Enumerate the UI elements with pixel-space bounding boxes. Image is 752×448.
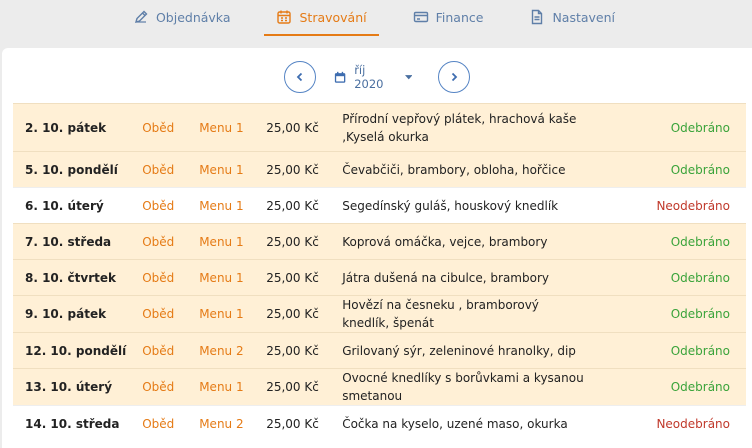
- tab-bar: Objednávka Stravování Finance Nastavení: [110, 0, 638, 38]
- row-menu: Menu 1: [191, 259, 259, 296]
- row-date: 6. 10. úterý: [13, 187, 135, 224]
- table-row[interactable]: 14. 10. středa Oběd Menu 2 25,00 Kč Čočka na…: [13, 405, 746, 442]
- row-menu: Menu 1: [191, 368, 259, 406]
- tab-label: Finance: [435, 9, 484, 25]
- calendar-icon: [277, 10, 292, 24]
- tab-label: Nastavení: [552, 9, 616, 25]
- table-row[interactable]: 12. 10. pondělí Oběd Menu 2 25,00 Kč Grilova…: [13, 332, 746, 369]
- row-meal-type: Oběd: [134, 187, 192, 224]
- next-month-button[interactable]: [438, 61, 470, 93]
- row-menu: Menu 1: [191, 103, 259, 152]
- row-status: Odebráno: [596, 259, 746, 296]
- row-date: 9. 10. pátek: [13, 295, 135, 333]
- row-date: 14. 10. středa: [13, 405, 135, 442]
- row-price: 25,00 Kč: [258, 187, 335, 224]
- caret-down-icon: [404, 74, 412, 79]
- table-row[interactable]: 5. 10. pondělí Oběd Menu 1 25,00 Kč Čevabčič…: [13, 151, 746, 188]
- previous-month-button[interactable]: [284, 61, 316, 93]
- row-date: 8. 10. čtvrtek: [13, 259, 135, 296]
- calendar-icon: [334, 71, 346, 83]
- row-status: Odebráno: [596, 223, 746, 260]
- row-food: Přírodní vepřový plátek, hrachová kaše ,…: [334, 103, 596, 152]
- meals-card: říj 2020 2. 10. pátek Oběd Menu 1 25,00 Kč P…: [2, 48, 752, 448]
- row-food: Grilovaný sýr, zeleninové hranolky, dip: [334, 332, 596, 369]
- tab-label: Stravování: [299, 9, 367, 25]
- row-food: Koprová omáčka, vejce, brambory: [334, 223, 596, 260]
- table-row[interactable]: 2. 10. pátek Oběd Menu 1 25,00 Kč Přírodní v…: [13, 103, 746, 152]
- row-meal-type: Oběd: [134, 103, 192, 152]
- credit-card-icon: [413, 11, 428, 23]
- row-meal-type: Oběd: [134, 368, 192, 406]
- table-row[interactable]: 8. 10. čtvrtek Oběd Menu 1 25,00 Kč Játra du…: [13, 259, 746, 296]
- row-food: Čočka na kyselo, uzené maso, okurka: [334, 405, 596, 442]
- row-date: 7. 10. středa: [13, 223, 135, 260]
- row-food: Segedínský guláš, houskový knedlík: [334, 187, 596, 224]
- row-meal-type: Oběd: [134, 223, 192, 260]
- top-navigation: Objednávka Stravování Finance Nastavení: [0, 0, 752, 38]
- tab-label: Objednávka: [155, 9, 231, 25]
- row-status: Odebráno: [596, 368, 746, 406]
- row-food: Čevabčiči, brambory, obloha, hořčice: [334, 151, 596, 188]
- row-price: 25,00 Kč: [258, 259, 335, 296]
- row-status: Odebráno: [596, 151, 746, 188]
- month-select[interactable]: říj 2020: [334, 63, 420, 91]
- row-status: Odebráno: [596, 332, 746, 369]
- row-meal-type: Oběd: [134, 295, 192, 333]
- row-price: 25,00 Kč: [258, 405, 335, 442]
- row-price: 25,00 Kč: [258, 223, 335, 260]
- row-menu: Menu 1: [191, 223, 259, 260]
- row-meal-type: Oběd: [134, 405, 192, 442]
- row-status: Odebráno: [596, 103, 746, 152]
- row-menu: Menu 2: [191, 332, 259, 369]
- row-menu: Menu 1: [191, 187, 259, 224]
- row-meal-type: Oběd: [134, 259, 192, 296]
- row-date: 12. 10. pondělí: [13, 332, 135, 369]
- row-price: 25,00 Kč: [258, 103, 335, 152]
- row-status: Neodebráno: [596, 405, 746, 442]
- row-meal-type: Oběd: [134, 332, 192, 369]
- row-price: 25,00 Kč: [258, 332, 335, 369]
- row-date: 5. 10. pondělí: [13, 151, 135, 188]
- document-icon: [532, 9, 543, 25]
- row-price: 25,00 Kč: [258, 295, 335, 333]
- row-menu: Menu 2: [191, 405, 259, 442]
- month-label: říj 2020: [354, 63, 384, 91]
- row-price: 25,00 Kč: [258, 151, 335, 188]
- tab-stravovani[interactable]: Stravování: [264, 0, 379, 36]
- chevron-left-icon: [296, 72, 303, 82]
- meals-table: 2. 10. pátek Oběd Menu 1 25,00 Kč Přírodní v…: [13, 103, 746, 442]
- tab-nastaveni[interactable]: Nastavení: [517, 0, 627, 36]
- chevron-right-icon: [451, 72, 458, 82]
- table-row[interactable]: 7. 10. středa Oběd Menu 1 25,00 Kč Koprová o…: [13, 223, 746, 260]
- row-food: Játra dušená na cibulce, brambory: [334, 259, 596, 296]
- table-row[interactable]: 6. 10. úterý Oběd Menu 1 25,00 Kč Segedínský…: [13, 187, 746, 224]
- row-status: Odebráno: [596, 295, 746, 333]
- row-menu: Menu 1: [191, 151, 259, 188]
- table-row[interactable]: 9. 10. pátek Oběd Menu 1 25,00 Kč Hovězí na …: [13, 295, 746, 333]
- row-meal-type: Oběd: [134, 151, 192, 188]
- row-date: 2. 10. pátek: [13, 103, 135, 152]
- row-date: 13. 10. úterý: [13, 368, 135, 406]
- tab-finance[interactable]: Finance: [401, 0, 496, 36]
- row-price: 25,00 Kč: [258, 368, 335, 406]
- row-status: Neodebráno: [596, 187, 746, 224]
- month-switcher: říj 2020: [2, 61, 752, 93]
- row-food: Hovězí na česneku , bramborový knedlík, …: [334, 295, 596, 333]
- row-menu: Menu 1: [191, 295, 259, 333]
- pencil-icon: [134, 10, 148, 24]
- tab-objednavka[interactable]: Objednávka: [121, 0, 243, 36]
- row-food: Ovocné knedlíky s borůvkami a kysanou sm…: [334, 368, 596, 406]
- table-row[interactable]: 13. 10. úterý Oběd Menu 1 25,00 Kč Ovocné kn…: [13, 368, 746, 406]
